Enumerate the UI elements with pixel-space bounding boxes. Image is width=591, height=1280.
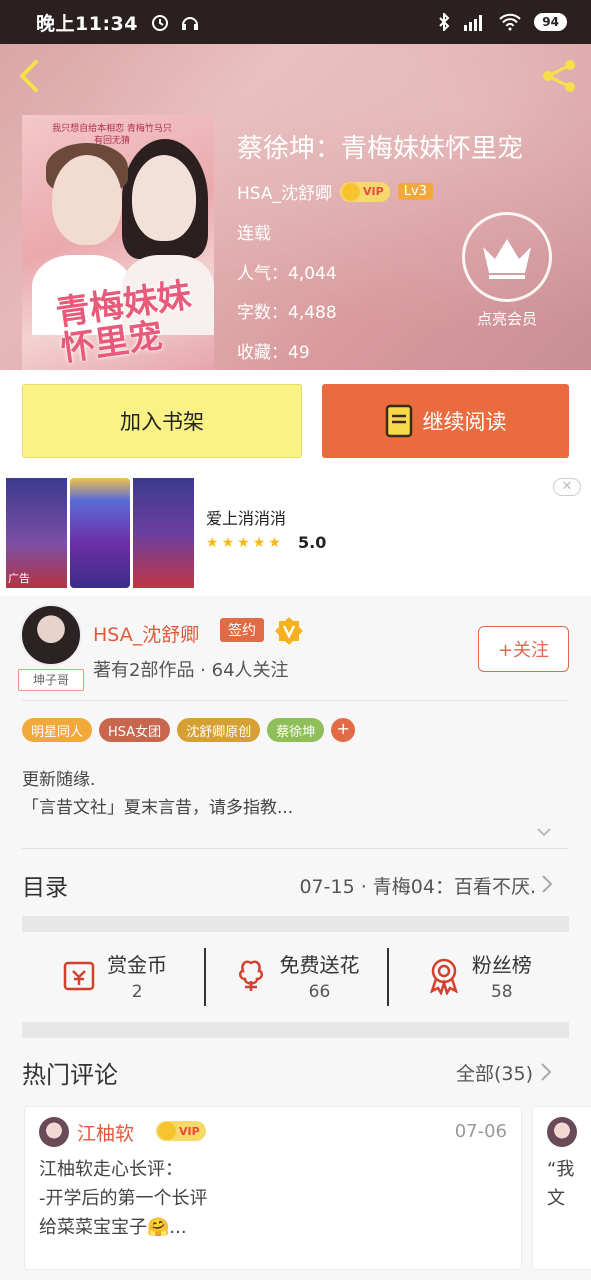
all-comments-link[interactable]: 全部(35) bbox=[456, 1059, 533, 1086]
avatar-tag: 坤子哥 bbox=[18, 669, 84, 691]
comment-line: “我 bbox=[547, 1159, 575, 1180]
comment-text: 江柚软走心长评： -开学后的第一个长评 给菜菜宝宝子🤗... bbox=[39, 1155, 208, 1242]
star-icon: ★ bbox=[221, 535, 235, 551]
continue-reading-button[interactable]: 继续阅读 bbox=[322, 384, 569, 458]
star-icon: ★ bbox=[268, 535, 281, 551]
vip-label: VIP bbox=[179, 1124, 200, 1138]
catalog-latest-chapter[interactable]: 07-15 · 青梅04：百看不厌. bbox=[299, 872, 536, 899]
vip-badge: VIP bbox=[340, 181, 390, 202]
medal-icon bbox=[429, 958, 458, 995]
level-badge: Lv3 bbox=[397, 183, 433, 200]
book-word-count: 字数：4,488 bbox=[237, 303, 337, 323]
comment-line: 江柚软走心长评： bbox=[39, 1159, 183, 1180]
intro-line: 「言昔文社」夏末言昔，请多指教... bbox=[22, 798, 294, 818]
book-popularity: 人气：4,044 bbox=[237, 264, 337, 284]
vip-label: VIP bbox=[363, 185, 384, 198]
reward-flowers[interactable]: 免费送花 66 bbox=[204, 940, 386, 1010]
ad-image[interactable] bbox=[6, 478, 195, 588]
reward-fans[interactable]: 粉丝榜 58 bbox=[386, 940, 569, 1010]
flower-icon bbox=[239, 960, 264, 991]
comment-card[interactable]: 江柚软 VIP 07-06 江柚软走心长评： -开学后的第一个长评 给菜菜宝宝子… bbox=[24, 1106, 522, 1270]
reward-value: 66 bbox=[308, 981, 331, 1002]
ad-stars: ★ ★ ★ ★ ★ bbox=[206, 535, 281, 551]
comment-line: 文 bbox=[547, 1188, 565, 1209]
coin-bag-icon bbox=[63, 961, 95, 991]
tag-item[interactable]: 沈舒卿原创 bbox=[177, 718, 261, 742]
section-separator bbox=[22, 1022, 569, 1038]
crown-icon bbox=[483, 239, 531, 279]
author-avatar[interactable] bbox=[20, 604, 82, 666]
star-icon: ★ bbox=[237, 535, 250, 551]
cover-tagline: 我只想自给本相恋 青梅竹马只有回无猜 bbox=[52, 124, 172, 146]
ad-banner[interactable]: 广告 bbox=[0, 474, 591, 596]
ad-title[interactable]: 爱上消消消 bbox=[206, 505, 286, 529]
battery-level: 94 bbox=[534, 13, 567, 31]
comment-line: -开学后的第一个长评 bbox=[39, 1188, 208, 1209]
crown-icon bbox=[342, 182, 361, 201]
reward-coins[interactable]: 赏金币 2 bbox=[22, 940, 204, 1010]
book-intro[interactable]: 更新随缘. 「言昔文社」夏末言昔，请多指教... bbox=[22, 766, 293, 822]
book-favorites: 收藏：49 bbox=[237, 343, 310, 363]
comment-text: “我 文 bbox=[547, 1155, 574, 1213]
share-icon[interactable] bbox=[539, 56, 579, 96]
ad-badge: 广告 bbox=[8, 572, 30, 585]
follow-button[interactable]: +关注 bbox=[478, 626, 569, 672]
book-status: 连载 bbox=[237, 224, 271, 244]
reward-value: 58 bbox=[490, 981, 513, 1002]
tag-item[interactable]: 蔡徐坤 bbox=[267, 718, 325, 742]
hot-comments-title: 热门评论 bbox=[22, 1061, 118, 1089]
reward-bar: 赏金币 2 免费送花 66 粉丝榜 58 bbox=[22, 940, 569, 1010]
book-title: 蔡徐坤：青梅妹妹怀里宠 bbox=[237, 134, 524, 164]
back-arrow-icon[interactable] bbox=[14, 56, 46, 96]
signal-icon bbox=[464, 15, 483, 31]
alarm-icon bbox=[151, 15, 168, 31]
add-tag-button[interactable]: + bbox=[331, 718, 356, 742]
author-stats: 著有2部作品 · 64人关注 bbox=[93, 660, 289, 681]
verified-icon bbox=[275, 617, 303, 645]
divider bbox=[22, 700, 569, 701]
tag-item[interactable]: 明星同人 bbox=[22, 718, 93, 742]
star-icon: ★ bbox=[206, 535, 219, 551]
status-time: 晚上11:34 bbox=[36, 12, 138, 35]
commenter-name[interactable]: 江柚软 bbox=[77, 1119, 134, 1146]
section-separator bbox=[22, 916, 569, 932]
reward-value: 2 bbox=[131, 981, 143, 1002]
chevron-right-icon[interactable] bbox=[540, 1062, 552, 1082]
crown-icon bbox=[158, 1122, 176, 1140]
intro-line: 更新随缘. bbox=[22, 770, 96, 790]
book-cover[interactable]: 我只想自给本相恋 青梅竹马只有回无猜 青梅妹妹怀里宠 bbox=[22, 115, 214, 370]
wifi-icon bbox=[499, 13, 522, 31]
tag-item[interactable]: HSA女团 bbox=[99, 718, 171, 742]
continue-reading-label: 继续阅读 bbox=[422, 410, 507, 434]
comment-line: 给菜菜宝宝子🤗... bbox=[39, 1217, 187, 1238]
divider bbox=[22, 848, 569, 849]
commenter-avatar[interactable] bbox=[39, 1117, 69, 1147]
book-icon bbox=[385, 404, 412, 438]
book-author-name[interactable]: HSA_沈舒卿 bbox=[237, 179, 332, 204]
chevron-right-icon[interactable] bbox=[541, 874, 553, 894]
ad-rating: 5.0 bbox=[298, 533, 327, 552]
headphone-icon bbox=[181, 17, 198, 30]
chevron-down-icon[interactable] bbox=[536, 826, 552, 838]
member-label: 点亮会员 bbox=[476, 310, 537, 328]
comment-card[interactable]: “我 文 bbox=[532, 1106, 591, 1270]
status-bar: 晚上11:34 94 bbox=[0, 0, 591, 44]
star-icon: ★ bbox=[252, 535, 266, 551]
comment-date: 07-06 bbox=[454, 1121, 507, 1142]
commenter-avatar[interactable] bbox=[547, 1117, 577, 1147]
catalog-label[interactable]: 目录 bbox=[22, 868, 68, 902]
bluetooth-icon bbox=[439, 13, 450, 31]
vip-badge: VIP bbox=[156, 1121, 206, 1141]
crown-circle bbox=[462, 212, 552, 302]
add-to-shelf-button[interactable]: 加入书架 bbox=[22, 384, 302, 458]
tag-list: 明星同人 HSA女团 沈舒卿原创 蔡徐坤 + bbox=[22, 718, 356, 742]
author-name[interactable]: HSA_沈舒卿 bbox=[93, 620, 199, 647]
ad-close-button[interactable]: ✕ bbox=[553, 478, 581, 496]
signed-badge: 签约 bbox=[220, 618, 264, 642]
reward-label: 免费送花 bbox=[279, 952, 360, 977]
reward-label: 赏金币 bbox=[107, 952, 168, 977]
member-button[interactable]: 点亮会员 bbox=[462, 212, 552, 332]
book-author-row[interactable]: HSA_沈舒卿 VIP Lv3 bbox=[237, 179, 433, 204]
reward-label: 粉丝榜 bbox=[471, 952, 532, 977]
